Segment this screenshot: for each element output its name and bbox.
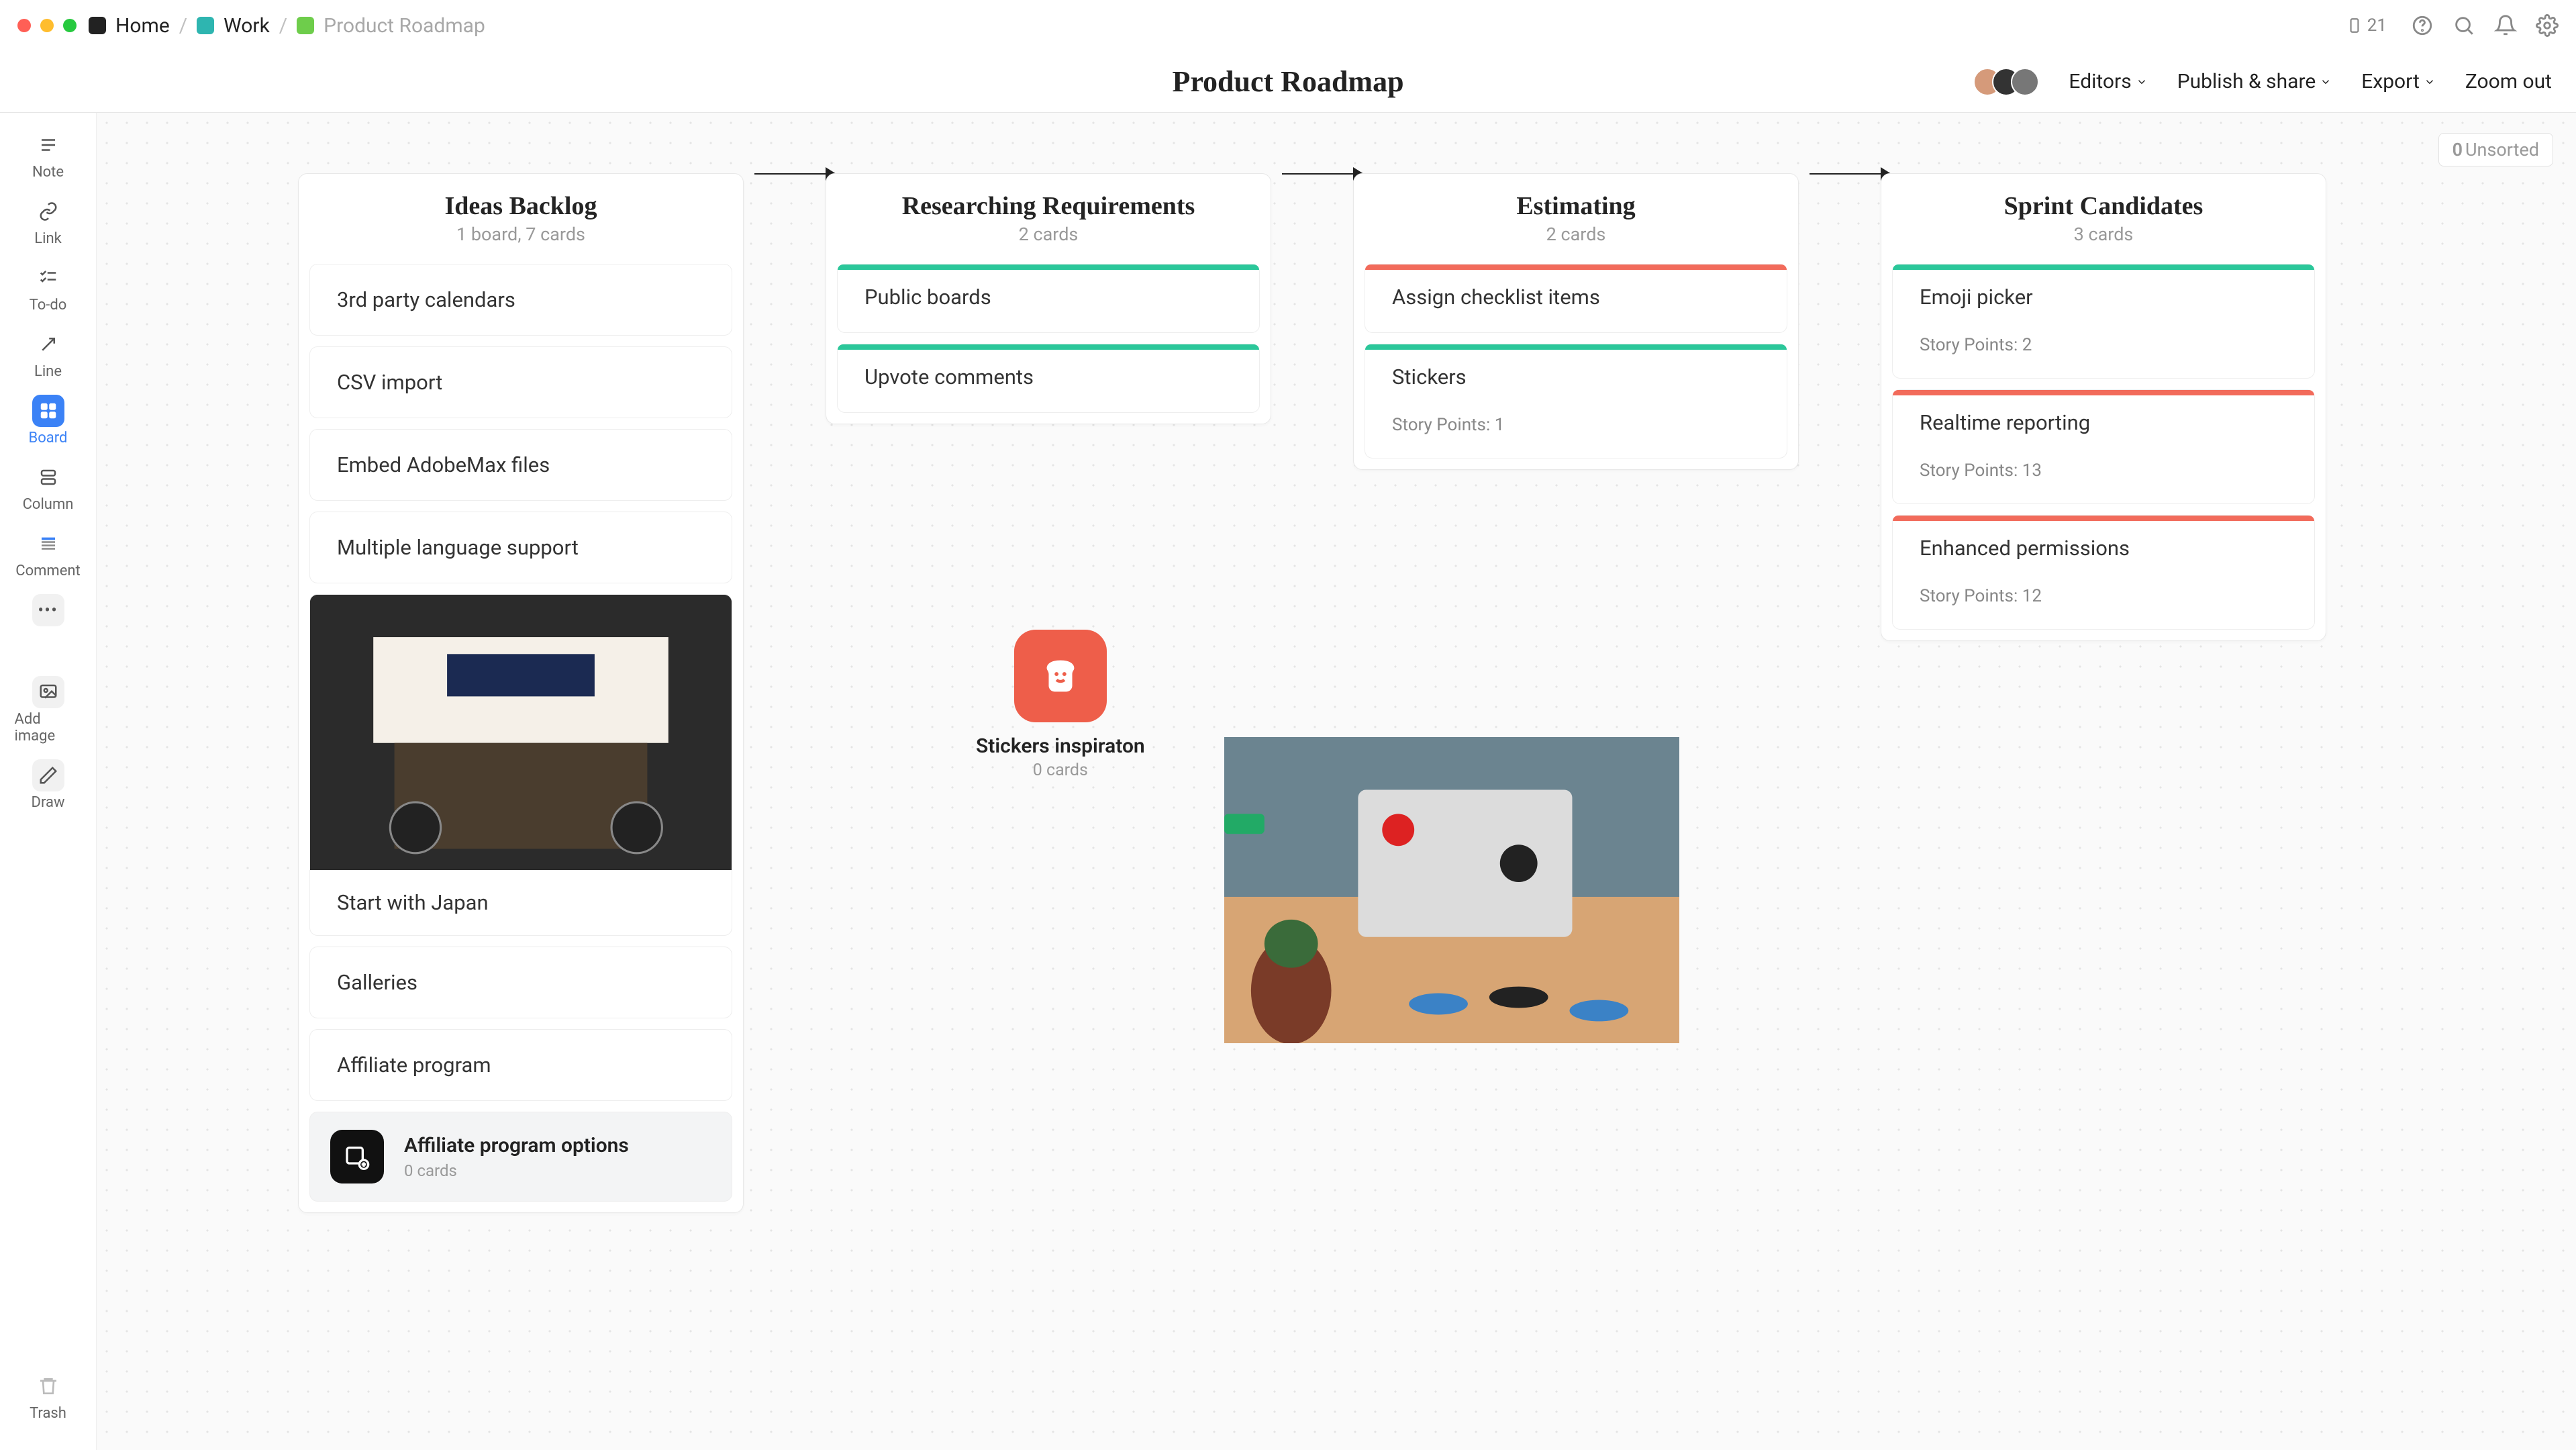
notifications-icon[interactable] [2494, 14, 2517, 37]
minimize-window-icon[interactable] [40, 19, 54, 32]
column-header[interactable]: Sprint Candidates 3 cards [1881, 174, 2326, 253]
card[interactable]: Realtime reportingStory Points: 13 [1892, 389, 2315, 504]
column-icon [32, 461, 64, 493]
image-icon [32, 676, 64, 708]
tool-add-image[interactable]: Add image [15, 676, 82, 744]
note-icon [32, 129, 64, 161]
board-column-ideas[interactable]: Ideas Backlog 1 board, 7 cards 3rd party… [298, 173, 744, 1213]
flow-arrow [1282, 173, 1363, 175]
breadcrumb-separator: / [179, 14, 187, 38]
collaborator-avatars[interactable] [1973, 68, 2039, 96]
column-header[interactable]: Researching Requirements 2 cards [826, 174, 1271, 253]
breadcrumb-work[interactable]: Work [224, 14, 270, 38]
settings-icon[interactable] [2536, 14, 2559, 37]
device-icon [2346, 17, 2363, 34]
home-icon[interactable] [89, 17, 106, 34]
chevron-down-icon [2320, 76, 2332, 88]
workspace: Note Link To-do Line Board [0, 113, 2576, 1450]
header-actions: Editors Publish & share Export Zoom out [1973, 68, 2552, 96]
nested-board-icon [330, 1130, 384, 1183]
card[interactable]: 3rd party calendars [309, 264, 732, 336]
board-tool-icon [32, 395, 64, 427]
card[interactable]: StickersStory Points: 1 [1365, 344, 1787, 458]
card[interactable]: Assign checklist items [1365, 264, 1787, 333]
tool-comment[interactable]: Comment [15, 528, 82, 579]
tool-line[interactable]: Line [15, 328, 82, 380]
card[interactable]: Public boards [837, 264, 1260, 333]
titlebar-left: Home / Work / Product Roadmap [17, 14, 485, 38]
card-color-bar [838, 344, 1259, 350]
breadcrumb-separator: / [279, 14, 287, 38]
search-icon[interactable] [2453, 14, 2475, 37]
window-traffic-lights[interactable] [17, 19, 77, 32]
chevron-down-icon [2424, 76, 2436, 88]
card[interactable]: Galleries [309, 947, 732, 1018]
tool-todo[interactable]: To-do [15, 262, 82, 313]
canvas[interactable]: 0Unsorted Ideas Backlog 1 board, 7 cards… [97, 113, 2576, 1450]
card[interactable]: Emoji pickerStory Points: 2 [1892, 264, 2315, 379]
titlebar-right: 21 [2340, 13, 2559, 38]
card-color-bar [1365, 264, 1787, 270]
card[interactable]: Affiliate program [309, 1029, 732, 1101]
card-color-bar [1893, 390, 2314, 395]
card[interactable]: Upvote comments [837, 344, 1260, 413]
header-bar: Product Roadmap Editors Publish & share … [0, 51, 2576, 113]
line-icon [32, 328, 64, 360]
zoom-out-button[interactable]: Zoom out [2465, 70, 2552, 93]
board-column-estimating[interactable]: Estimating 2 cards Assign checklist item… [1353, 173, 1799, 470]
tool-trash[interactable]: Trash [15, 1370, 82, 1422]
chevron-down-icon [2136, 76, 2148, 88]
zoom-window-icon[interactable] [63, 19, 77, 32]
card-image[interactable]: Start with Japan [309, 594, 732, 936]
tool-link[interactable]: Link [15, 195, 82, 247]
tool-more[interactable]: ••• [15, 594, 82, 626]
board-column-sprint[interactable]: Sprint Candidates 3 cards Emoji pickerSt… [1881, 173, 2326, 641]
card[interactable]: Embed AdobeMax files [309, 429, 732, 501]
tool-note[interactable]: Note [15, 129, 82, 181]
nested-board-card[interactable]: Affiliate program options 0 cards [309, 1112, 732, 1202]
avatar[interactable] [2011, 68, 2039, 96]
card[interactable]: Multiple language support [309, 512, 732, 583]
views-count[interactable]: 21 [2340, 13, 2392, 38]
publish-dropdown[interactable]: Publish & share [2177, 70, 2332, 93]
flow-arrow [1810, 173, 1890, 175]
comment-icon [32, 528, 64, 560]
card-color-bar [1893, 264, 2314, 270]
column-header[interactable]: Ideas Backlog 1 board, 7 cards [299, 174, 743, 253]
export-dropdown[interactable]: Export [2361, 70, 2436, 93]
titlebar: Home / Work / Product Roadmap 21 [0, 0, 2576, 51]
card[interactable]: CSV import [309, 346, 732, 418]
board-column-research[interactable]: Researching Requirements 2 cards Public … [826, 173, 1271, 424]
page-title: Product Roadmap [1172, 64, 1403, 99]
card[interactable]: Enhanced permissionsStory Points: 12 [1892, 515, 2315, 630]
close-window-icon[interactable] [17, 19, 31, 32]
card-color-bar [1893, 516, 2314, 521]
board-icon[interactable] [297, 17, 314, 34]
japan-storefront-image [310, 595, 732, 870]
trash-icon [32, 1370, 64, 1402]
more-icon: ••• [32, 594, 64, 626]
free-board-stickers[interactable]: Stickers inspiraton 0 cards [976, 630, 1145, 780]
link-icon [32, 195, 64, 228]
todo-icon [32, 262, 64, 294]
tool-board[interactable]: Board [15, 395, 82, 446]
card-color-bar [838, 264, 1259, 270]
tool-sidebar: Note Link To-do Line Board [0, 113, 97, 1450]
tool-draw[interactable]: Draw [15, 759, 82, 811]
free-image-laptop-stickers[interactable] [1224, 737, 1679, 1043]
breadcrumb: Home / Work / Product Roadmap [89, 14, 485, 38]
unsorted-pill[interactable]: 0Unsorted [2438, 133, 2553, 166]
editors-dropdown[interactable]: Editors [2069, 70, 2147, 93]
folder-icon[interactable] [197, 17, 214, 34]
breadcrumb-home[interactable]: Home [115, 14, 170, 38]
breadcrumb-current: Product Roadmap [324, 14, 485, 38]
tool-column[interactable]: Column [15, 461, 82, 513]
toast-icon [1014, 630, 1107, 722]
help-icon[interactable] [2411, 14, 2434, 37]
column-header[interactable]: Estimating 2 cards [1354, 174, 1798, 253]
card-color-bar [1365, 344, 1787, 350]
pencil-icon [32, 759, 64, 791]
flow-arrow [754, 173, 835, 175]
